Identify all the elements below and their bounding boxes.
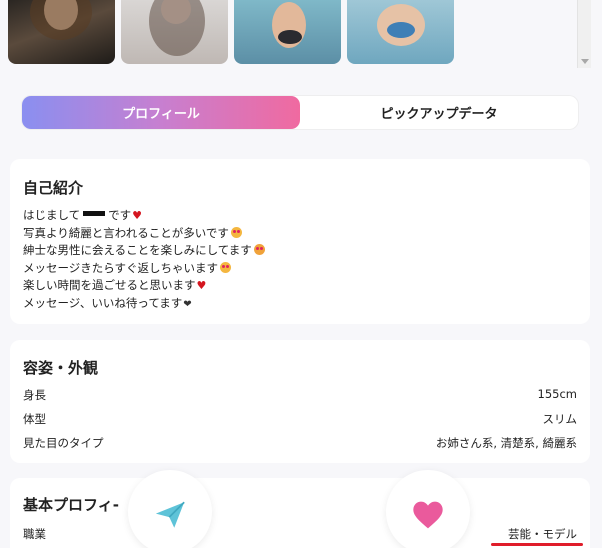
intro-line-3: 紳士な男性に会えることを楽しみにしてます	[23, 242, 265, 260]
heart-eyes-icon	[253, 244, 265, 256]
occupation-row: 職業 芸能・モデル	[23, 526, 577, 542]
send-icon	[155, 501, 185, 528]
profile-tabs: プロフィール ピックアップデータ	[22, 96, 578, 129]
heart-icon	[413, 501, 443, 529]
occupation-value: 芸能・モデル	[508, 527, 577, 541]
height-label: 身長	[23, 388, 46, 402]
profile-photo-1[interactable]	[8, 0, 115, 64]
intro-line-5: 楽しい時間を過ごせると思います♥	[23, 278, 207, 293]
intro-line-4: メッセージきたらすぐ返しちゃいます	[23, 260, 265, 278]
height-value: 155cm	[537, 387, 577, 401]
self-introduction-title: 自己紹介	[23, 179, 84, 197]
highlight-underline	[491, 543, 583, 546]
look-type-value: お姉さん系, 清楚系, 綺麗系	[435, 436, 577, 450]
look-type-row: 見た目のタイプ お姉さん系, 清楚系, 綺麗系	[23, 435, 577, 451]
intro-line-6: メッセージ、いいね待ってます❤	[23, 295, 192, 310]
basic-profile-title: 基本プロフィ-	[23, 496, 119, 514]
body-type-row: 体型 スリム	[23, 411, 577, 427]
body-type-value: スリム	[542, 412, 578, 426]
like-button[interactable]	[386, 470, 470, 548]
occupation-label: 職業	[23, 527, 46, 541]
height-row: 身長 155cm	[23, 387, 577, 403]
profile-photo-2[interactable]	[121, 0, 228, 64]
appearance-title: 容姿・外観	[23, 359, 99, 377]
smiling-face-hearts-icon	[220, 261, 232, 273]
send-message-button[interactable]	[128, 470, 212, 548]
look-type-label: 見た目のタイプ	[23, 436, 104, 450]
self-introduction-text: はじまして です♥ 写真より綺麗と言われることが多いです 紳士な男性に会えることを…	[23, 207, 265, 314]
black-heart-icon: ❤	[183, 298, 192, 310]
tab-profile[interactable]: プロフィール	[22, 96, 300, 129]
photo-strip-scrollbar[interactable]	[577, 0, 591, 68]
tab-pickup-data[interactable]: ピックアップデータ	[300, 96, 578, 129]
red-heart-icon: ♥	[132, 209, 143, 222]
profile-photo-3[interactable]	[234, 0, 341, 64]
photo-strip	[0, 0, 602, 68]
red-heart-icon: ♥	[196, 279, 207, 293]
scroll-down-arrow-icon[interactable]	[581, 59, 589, 64]
intro-line-1: はじまして です♥	[23, 208, 143, 222]
self-introduction-card: 自己紹介 はじまして です♥ 写真より綺麗と言われることが多いです 紳士な男性に会…	[10, 159, 590, 324]
appearance-card: 容姿・外観 身長 155cm 体型 スリム 見た目のタイプ お姉さん系, 清楚系…	[10, 340, 590, 463]
body-type-label: 体型	[23, 412, 46, 426]
smiling-face-hearts-icon	[230, 226, 242, 238]
profile-photo-4[interactable]	[347, 0, 454, 64]
redacted-name	[83, 211, 106, 216]
intro-line-2: 写真より綺麗と言われることが多いです	[23, 225, 265, 243]
basic-profile-card: 基本プロフィ- 職業 芸能・モデル	[10, 478, 590, 548]
